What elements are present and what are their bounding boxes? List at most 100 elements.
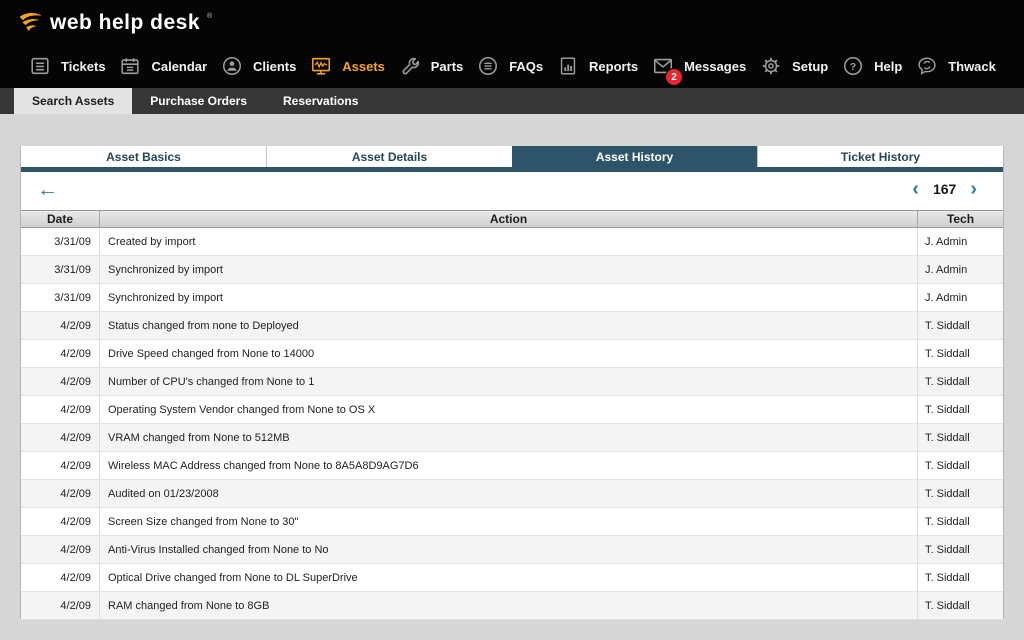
nav-label: Parts <box>431 59 464 74</box>
nav-item-reports[interactable]: Reports <box>556 54 638 78</box>
nav-item-setup[interactable]: Setup <box>759 54 828 78</box>
cell-date: 4/2/09 <box>21 508 100 535</box>
table-row: 4/2/09 Screen Size changed from None to … <box>21 508 1003 536</box>
nav-label: Assets <box>342 59 385 74</box>
cell-tech: T. Siddall <box>918 368 1003 395</box>
cell-action: Optical Drive changed from None to DL Su… <box>100 564 918 591</box>
cell-action: RAM changed from None to 8GB <box>100 592 918 619</box>
cell-action: Operating System Vendor changed from Non… <box>100 396 918 423</box>
asset-history-table: Date Action Tech 3/31/09 Created by impo… <box>21 210 1003 620</box>
back-arrow-icon[interactable]: ← <box>37 178 58 202</box>
parts-icon <box>398 54 422 78</box>
cell-date: 4/2/09 <box>21 564 100 591</box>
assets-icon <box>309 54 333 78</box>
table-row: 3/31/09 Synchronized by import J. Admin <box>21 284 1003 312</box>
table-row: 3/31/09 Synchronized by import J. Admin <box>21 256 1003 284</box>
cell-action: VRAM changed from None to 512MB <box>100 424 918 451</box>
nav-label: Help <box>874 59 902 74</box>
nav-label: Calendar <box>151 59 207 74</box>
nav-label: Setup <box>792 59 828 74</box>
app-logo[interactable]: web help desk ® <box>16 10 211 36</box>
logo-trademark: ® <box>207 13 212 20</box>
messages-unread-badge: 2 <box>666 69 682 85</box>
cell-tech: T. Siddall <box>918 592 1003 619</box>
cell-date: 4/2/09 <box>21 312 100 339</box>
cell-date: 4/2/09 <box>21 424 100 451</box>
table-row: 4/2/09 Operating System Vendor changed f… <box>21 396 1003 424</box>
table-row: 4/2/09 Optical Drive changed from None t… <box>21 564 1003 592</box>
pagination: ‹ 167 › <box>912 180 977 198</box>
logo-text: web help desk <box>50 11 200 35</box>
history-toolbar: ← ‹ 167 › <box>21 172 1003 210</box>
nav-label: FAQs <box>509 59 543 74</box>
subtab-reservations[interactable]: Reservations <box>265 88 376 114</box>
nav-label: Reports <box>589 59 638 74</box>
cell-date: 4/2/09 <box>21 536 100 563</box>
cell-action: Wireless MAC Address changed from None t… <box>100 452 918 479</box>
nav-item-help[interactable]: ? Help <box>841 54 902 78</box>
tab-asset-history[interactable]: Asset History <box>512 146 757 167</box>
nav-item-faqs[interactable]: FAQs <box>476 54 543 78</box>
solarwinds-swirl-icon <box>16 10 44 36</box>
table-row: 4/2/09 Audited on 01/23/2008 T. Siddall <box>21 480 1003 508</box>
clients-icon <box>220 54 244 78</box>
page-number: 167 <box>933 181 956 197</box>
nav-label: Tickets <box>61 59 106 74</box>
cell-tech: T. Siddall <box>918 480 1003 507</box>
nav-item-parts[interactable]: Parts <box>398 54 464 78</box>
cell-tech: J. Admin <box>918 284 1003 311</box>
nav-item-calendar[interactable]: Calendar <box>118 54 207 78</box>
table-header: Date Action Tech <box>21 210 1003 228</box>
main-nav: Tickets Calendar Clients <box>0 46 1024 86</box>
cell-date: 4/2/09 <box>21 480 100 507</box>
cell-tech: T. Siddall <box>918 340 1003 367</box>
nav-item-assets[interactable]: Assets <box>309 54 385 78</box>
table-row: 4/2/09 Wireless MAC Address changed from… <box>21 452 1003 480</box>
table-row: 4/2/09 VRAM changed from None to 512MB T… <box>21 424 1003 452</box>
cell-action: Status changed from none to Deployed <box>100 312 918 339</box>
subtab-purchase-orders[interactable]: Purchase Orders <box>132 88 265 114</box>
nav-label: Thwack <box>948 59 996 74</box>
tab-asset-basics[interactable]: Asset Basics <box>21 146 266 167</box>
table-row: 4/2/09 RAM changed from None to 8GB T. S… <box>21 592 1003 620</box>
nav-label: Messages <box>684 59 746 74</box>
nav-item-tickets[interactable]: Tickets <box>28 54 106 78</box>
cell-date: 4/2/09 <box>21 340 100 367</box>
top-bar: web help desk ® Tickets Calendar <box>0 0 1024 88</box>
table-row: 4/2/09 Status changed from none to Deplo… <box>21 312 1003 340</box>
cell-tech: T. Siddall <box>918 452 1003 479</box>
cell-action: Synchronized by import <box>100 284 918 311</box>
prev-page-icon[interactable]: ‹ <box>912 180 919 198</box>
cell-date: 4/2/09 <box>21 592 100 619</box>
tab-ticket-history[interactable]: Ticket History <box>757 146 1003 167</box>
table-row: 3/31/09 Created by import J. Admin <box>21 228 1003 256</box>
cell-action: Audited on 01/23/2008 <box>100 480 918 507</box>
cell-tech: T. Siddall <box>918 312 1003 339</box>
table-row: 4/2/09 Anti-Virus Installed changed from… <box>21 536 1003 564</box>
asset-tab-bar: Asset Basics Asset Details Asset History… <box>21 146 1003 167</box>
cell-tech: T. Siddall <box>918 424 1003 451</box>
cell-date: 4/2/09 <box>21 368 100 395</box>
table-row: 4/2/09 Drive Speed changed from None to … <box>21 340 1003 368</box>
cell-date: 3/31/09 <box>21 228 100 255</box>
nav-item-messages[interactable]: 2 Messages <box>651 54 746 78</box>
faqs-icon <box>476 54 500 78</box>
cell-action: Screen Size changed from None to 30" <box>100 508 918 535</box>
messages-icon: 2 <box>651 54 675 78</box>
cell-tech: T. Siddall <box>918 396 1003 423</box>
table-row: 4/2/09 Number of CPU's changed from None… <box>21 368 1003 396</box>
next-page-icon[interactable]: › <box>970 180 977 198</box>
cell-action: Synchronized by import <box>100 256 918 283</box>
setup-icon <box>759 54 783 78</box>
cell-action: Created by import <box>100 228 918 255</box>
cell-tech: T. Siddall <box>918 508 1003 535</box>
cell-action: Anti-Virus Installed changed from None t… <box>100 536 918 563</box>
cell-tech: T. Siddall <box>918 564 1003 591</box>
sub-tab-bar: Search Assets Purchase Orders Reservatio… <box>0 88 1024 114</box>
cell-date: 4/2/09 <box>21 396 100 423</box>
subtab-search-assets[interactable]: Search Assets <box>14 88 132 114</box>
cell-action: Drive Speed changed from None to 14000 <box>100 340 918 367</box>
tab-asset-details[interactable]: Asset Details <box>266 146 512 167</box>
nav-item-thwack[interactable]: Thwack <box>915 54 996 78</box>
nav-item-clients[interactable]: Clients <box>220 54 296 78</box>
